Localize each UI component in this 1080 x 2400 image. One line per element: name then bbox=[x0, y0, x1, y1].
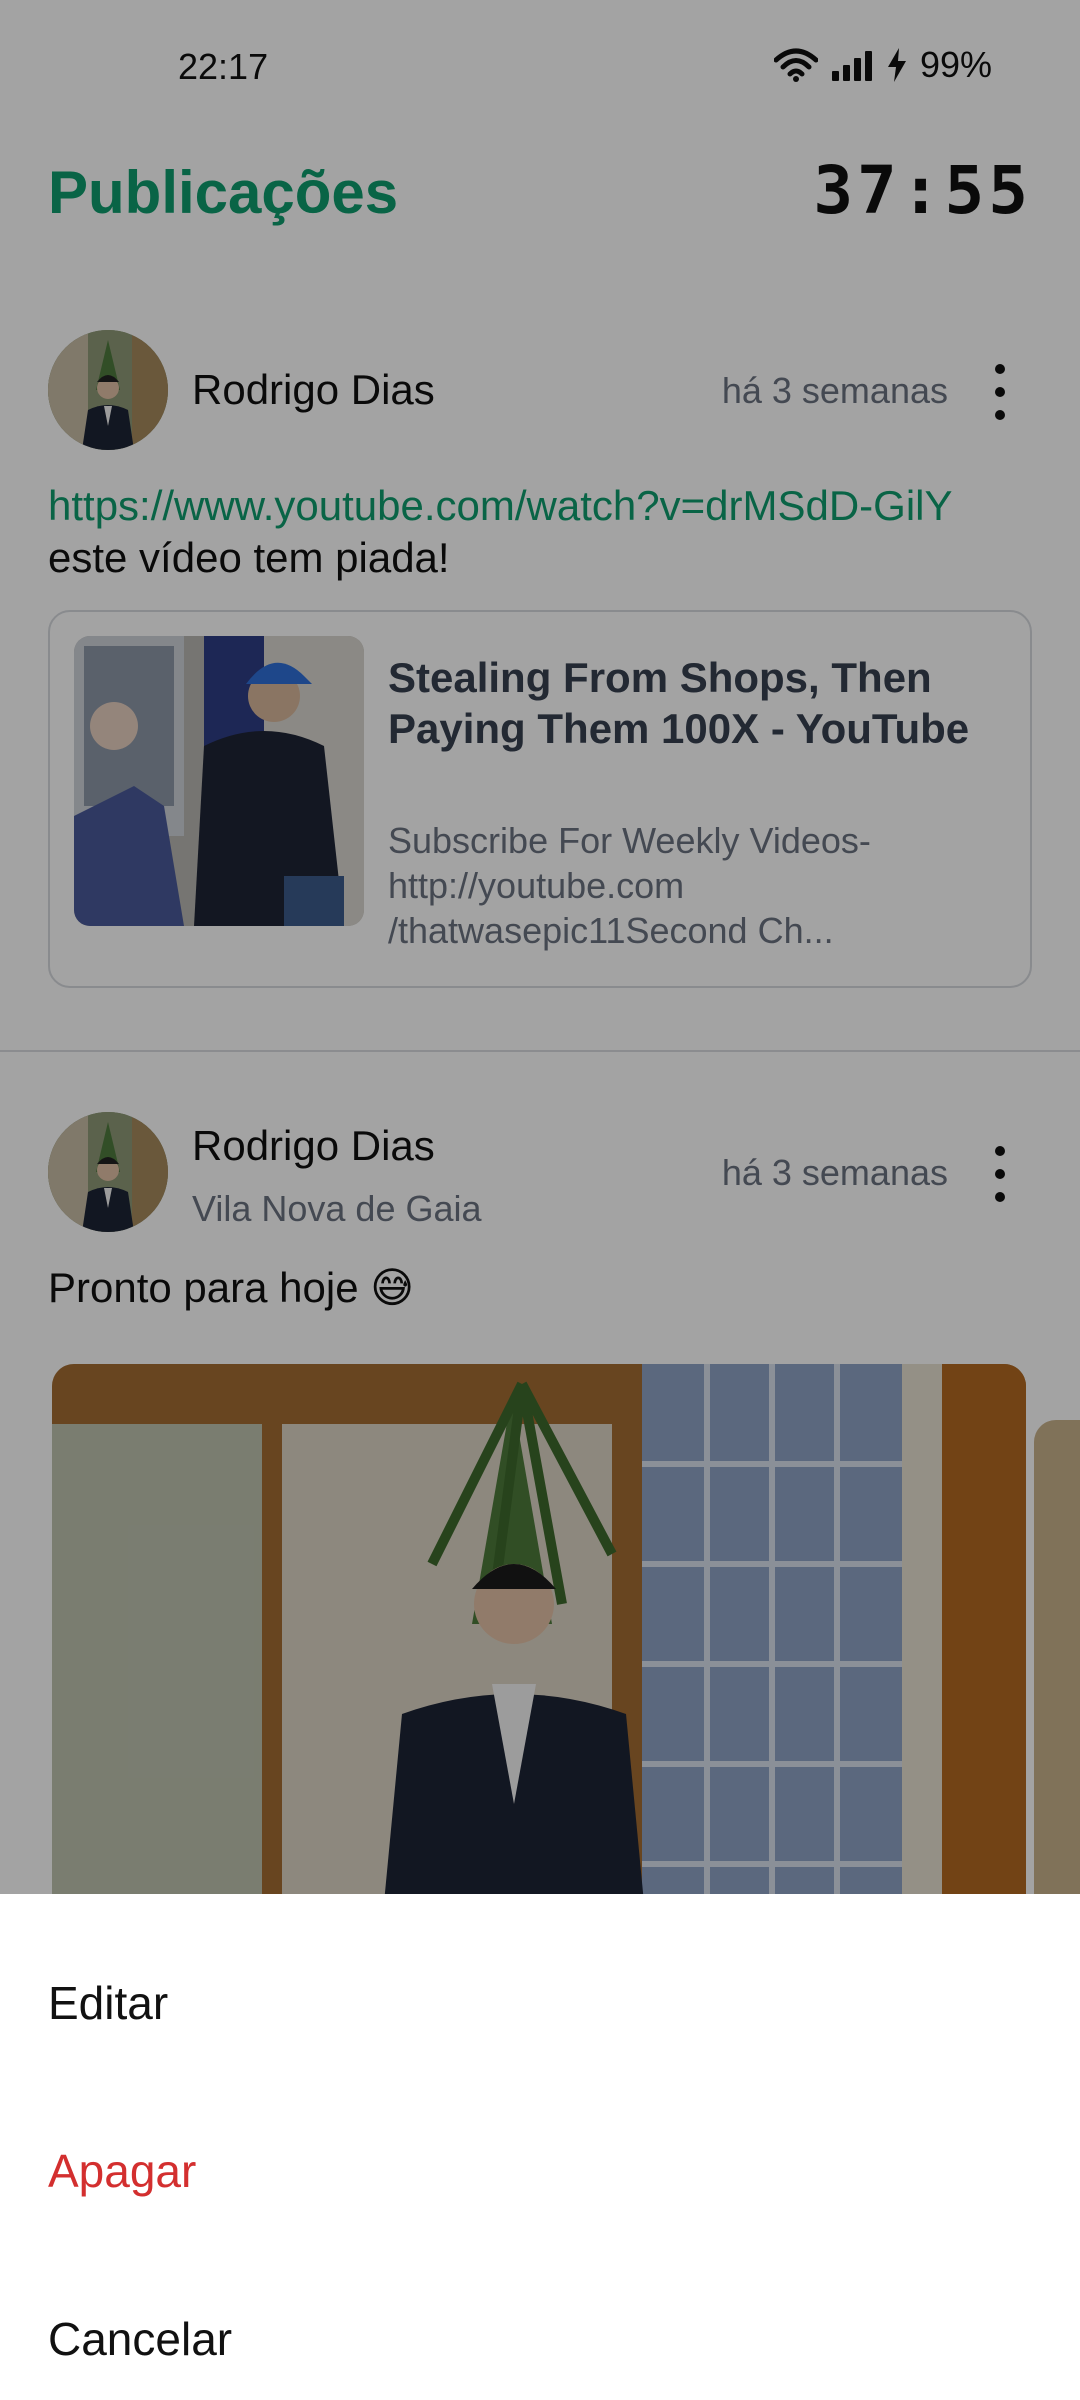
options-bottom-sheet: Editar Apagar Cancelar bbox=[0, 1894, 1080, 2400]
cancel-option[interactable]: Cancelar bbox=[48, 2312, 232, 2366]
delete-option[interactable]: Apagar bbox=[48, 2144, 196, 2198]
edit-option[interactable]: Editar bbox=[48, 1976, 168, 2030]
app-screen: 22:17 99% Publicações 37:55 Rodrigo Dias… bbox=[0, 0, 1080, 2400]
